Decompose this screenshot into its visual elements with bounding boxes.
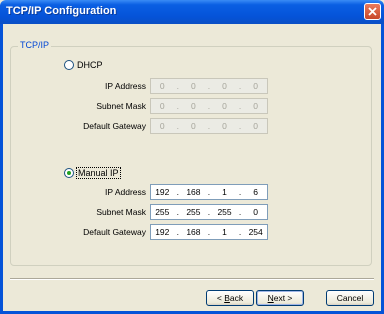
manual-field-octet[interactable]: 1 (215, 227, 235, 237)
dhcp-field-input-1: 0. 0. 0. 0 (150, 98, 268, 114)
octet-separator: . (238, 101, 242, 111)
octet-separator: . (238, 187, 242, 197)
dhcp-field-octet: 0 (253, 101, 259, 111)
dhcp-radio[interactable]: DHCP (64, 60, 103, 70)
manual-field-label-0: IP Address (105, 187, 146, 197)
footer-separator (10, 278, 374, 280)
cancel-button[interactable]: Cancel (326, 290, 374, 306)
octet-separator: . (238, 207, 242, 217)
manual-field-octet[interactable]: 192 (152, 227, 172, 237)
dhcp-radio-label[interactable]: DHCP (77, 60, 103, 70)
dhcp-field-octet: 0 (222, 101, 227, 111)
octet-separator: . (207, 187, 211, 197)
dhcp-field-octet: 0 (191, 81, 196, 91)
octet-separator: . (176, 207, 180, 217)
manual-ip-radio[interactable]: Manual IP (64, 167, 121, 179)
dhcp-field-octet: 0 (159, 81, 165, 91)
dhcp-field-octet: 0 (253, 81, 259, 91)
manual-field-input-1[interactable]: 255. 255. 255. 0 (150, 204, 268, 220)
window-title: TCP/IP Configuration (6, 5, 117, 17)
octet-separator: . (176, 187, 180, 197)
title-bar[interactable]: TCP/IP Configuration (0, 0, 384, 24)
dhcp-field-octet: 0 (191, 121, 196, 131)
manual-field-octet[interactable]: 192 (152, 187, 172, 197)
octet-separator: . (176, 227, 180, 237)
next-button[interactable]: Next > (256, 290, 304, 306)
back-button[interactable]: < Back (206, 290, 254, 306)
close-button[interactable] (364, 3, 381, 20)
next-button-label: Next > (267, 293, 293, 303)
dhcp-field-octet: 0 (222, 81, 227, 91)
octet-separator: . (207, 207, 211, 217)
close-icon (368, 7, 377, 16)
manual-field-label-2: Default Gateway (83, 227, 146, 237)
dhcp-field-input-2: 0. 0. 0. 0 (150, 118, 268, 134)
dhcp-field-octet: 0 (222, 121, 227, 131)
octet-separator: . (207, 227, 211, 237)
manual-field-octet[interactable]: 168 (183, 187, 203, 197)
octet-separator: . (238, 81, 242, 91)
octet-separator: . (238, 121, 242, 131)
back-button-label: < Back (216, 293, 244, 303)
manual-field-octet[interactable]: 168 (183, 227, 203, 237)
cancel-button-label: Cancel (336, 293, 364, 303)
manual-field-input-2[interactable]: 192. 168. 1. 254 (150, 224, 268, 240)
octet-separator: . (176, 101, 180, 111)
manual-field-octet[interactable]: 255 (152, 207, 172, 217)
manual-field-label-1: Subnet Mask (96, 207, 146, 217)
dhcp-field-octet: 0 (191, 101, 196, 111)
manual-ip-radio-circle[interactable] (64, 168, 74, 178)
dhcp-radio-circle[interactable] (64, 60, 74, 70)
manual-field-octet[interactable]: 254 (246, 227, 266, 237)
manual-field-octet[interactable]: 6 (246, 187, 266, 197)
dhcp-field-octet: 0 (159, 101, 165, 111)
manual-field-octet[interactable]: 255 (183, 207, 203, 217)
octet-separator: . (207, 81, 211, 91)
manual-field-octet[interactable]: 1 (215, 187, 235, 197)
octet-separator: . (176, 121, 180, 131)
manual-ip-radio-label[interactable]: Manual IP (76, 167, 121, 179)
dhcp-field-octet: 0 (253, 121, 259, 131)
dhcp-field-label-1: Subnet Mask (96, 101, 146, 111)
octet-separator: . (176, 81, 180, 91)
dhcp-field-label-2: Default Gateway (83, 121, 146, 131)
groupbox-legend: TCP/IP (18, 40, 52, 50)
octet-separator: . (207, 121, 211, 131)
octet-separator: . (238, 227, 242, 237)
dhcp-field-input-0: 0. 0. 0. 0 (150, 78, 268, 94)
dhcp-field-label-0: IP Address (105, 81, 146, 91)
manual-field-octet[interactable]: 0 (246, 207, 266, 217)
octet-separator: . (207, 101, 211, 111)
dhcp-field-octet: 0 (159, 121, 165, 131)
manual-field-input-0[interactable]: 192. 168. 1. 6 (150, 184, 268, 200)
manual-field-octet[interactable]: 255 (215, 207, 235, 217)
